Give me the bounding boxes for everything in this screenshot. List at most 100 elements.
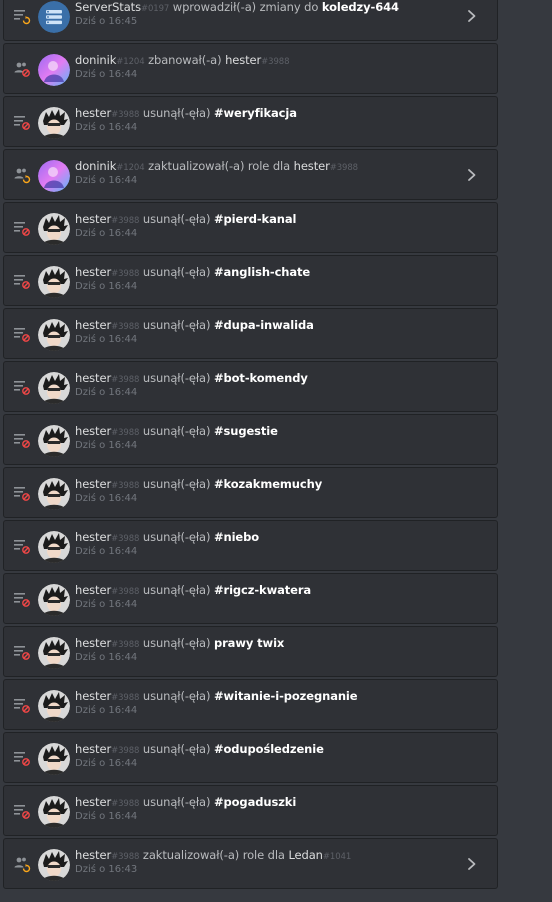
audit-log-entry[interactable]: hester#3988 usunął(-ęła) prawy twix Dziś … [3, 626, 498, 677]
audit-log-entry[interactable]: hester#3988 usunął(-ęła) #niebo Dziś o 16… [3, 520, 498, 571]
action-target: #kozakmemuchy [213, 477, 323, 491]
avatar[interactable] [38, 266, 70, 298]
member-role-icon [13, 166, 31, 184]
actor-tag: #3988 [111, 481, 140, 491]
actor-name[interactable]: hester [75, 848, 111, 862]
action-target: #dupa-inwalida [213, 318, 314, 332]
avatar[interactable] [38, 531, 70, 563]
channel-delete-icon [13, 219, 31, 237]
audit-log-entry[interactable]: doninik#1204 zaktualizował(-a) role dla … [3, 149, 498, 200]
avatar[interactable] [38, 107, 70, 139]
actor-tag: #3988 [111, 587, 140, 597]
avatar[interactable] [38, 372, 70, 404]
entry-summary: doninik#1204 zaktualizował(-a) role dla … [75, 159, 358, 173]
actor-name[interactable]: hester [75, 424, 111, 438]
audit-log-entry[interactable]: hester#3988 usunął(-ęła) #pogaduszki Dziś… [3, 785, 498, 836]
chevron-right-icon[interactable] [465, 856, 479, 872]
entry-timestamp: Dziś o 16:44 [75, 652, 138, 663]
actor-tag: #1204 [116, 163, 145, 173]
channel-delete-icon [13, 590, 31, 608]
entry-timestamp: Dziś o 16:44 [75, 599, 138, 610]
avatar[interactable] [38, 319, 70, 351]
entry-summary: hester#3988 usunął(-ęła) #anglish-chate [75, 265, 310, 279]
member-role-icon [13, 855, 31, 873]
channel-delete-icon [13, 749, 31, 767]
audit-log-entry[interactable]: hester#3988 usunął(-ęła) #pierd-kanal Dzi… [3, 202, 498, 253]
avatar[interactable] [38, 690, 70, 722]
actor-name[interactable]: hester [75, 212, 111, 226]
channel-delete-icon [13, 272, 31, 290]
actor-name[interactable]: hester [75, 265, 111, 279]
entry-summary: hester#3988 usunął(-ęła) #niebo [75, 530, 259, 544]
avatar[interactable] [38, 743, 70, 775]
action-target[interactable]: hester [225, 53, 261, 67]
avatar[interactable] [38, 584, 70, 616]
action-target[interactable]: hester [294, 159, 330, 173]
entry-timestamp: Dziś o 16:44 [75, 493, 138, 504]
action-verb: usunął(-ęła) [142, 371, 211, 385]
action-verb: usunął(-ęła) [142, 477, 211, 491]
actor-name[interactable]: hester [75, 795, 111, 809]
actor-name[interactable]: hester [75, 371, 111, 385]
avatar[interactable] [38, 160, 70, 192]
action-verb: usunął(-ęła) [142, 424, 211, 438]
audit-log-entry[interactable]: hester#3988 usunął(-ęła) #witanie-i-poze… [3, 679, 498, 730]
entry-summary: hester#3988 usunął(-ęła) #pierd-kanal [75, 212, 296, 226]
entry-timestamp: Dziś o 16:44 [75, 440, 138, 451]
audit-log-entry[interactable]: doninik#1204 zbanował(-a) hester#3988 Dzi… [3, 43, 498, 94]
chevron-right-icon[interactable] [465, 8, 479, 24]
actor-name[interactable]: hester [75, 106, 111, 120]
actor-name[interactable]: doninik [75, 159, 116, 173]
entry-timestamp: Dziś o 16:45 [75, 16, 138, 27]
audit-log-entry[interactable]: hester#3988 usunął(-ęła) #anglish-chate D… [3, 255, 498, 306]
actor-name[interactable]: hester [75, 636, 111, 650]
audit-log-entry[interactable]: ServerStats#0197 wprowadził(-a) zmiany d… [3, 0, 498, 41]
avatar[interactable] [38, 796, 70, 828]
audit-log-list: ServerStats#0197 wprowadził(-a) zmiany d… [3, 0, 498, 891]
target-tag: #1041 [322, 852, 352, 862]
channel-delete-icon [13, 325, 31, 343]
audit-log-entry[interactable]: hester#3988 usunął(-ęła) #sugestie Dziś o… [3, 414, 498, 465]
audit-log-entry[interactable]: hester#3988 usunął(-ęła) #bot-komendy Dzi… [3, 361, 498, 412]
actor-name[interactable]: hester [75, 530, 111, 544]
action-verb: usunął(-ęła) [142, 265, 211, 279]
actor-name[interactable]: hester [75, 742, 111, 756]
entry-summary: hester#3988 usunął(-ęła) prawy twix [75, 636, 284, 650]
actor-tag: #3988 [111, 746, 140, 756]
avatar[interactable] [38, 425, 70, 457]
action-verb: zaktualizował(-a) role dla [148, 159, 291, 173]
actor-name[interactable]: hester [75, 583, 111, 597]
audit-log-entry[interactable]: hester#3988 zaktualizował(-a) role dla L… [3, 838, 498, 889]
avatar[interactable] [38, 478, 70, 510]
target-tag: #3988 [261, 57, 290, 67]
actor-name[interactable]: hester [75, 477, 111, 491]
audit-log-entry[interactable]: hester#3988 usunął(-ęła) #rigcz-kwatera D… [3, 573, 498, 624]
channel-delete-icon [13, 537, 31, 555]
entry-summary: hester#3988 usunął(-ęła) #kozakmemuchy [75, 477, 322, 491]
entry-timestamp: Dziś o 16:44 [75, 387, 138, 398]
avatar[interactable] [38, 849, 70, 881]
action-target: #weryfikacja [213, 106, 297, 120]
action-verb: wprowadził(-a) zmiany do [172, 0, 319, 14]
actor-name[interactable]: hester [75, 318, 111, 332]
avatar[interactable] [38, 637, 70, 669]
audit-log-entry[interactable]: hester#3988 usunął(-ęła) #dupa-inwalida D… [3, 308, 498, 359]
entry-timestamp: Dziś o 16:44 [75, 758, 138, 769]
entry-timestamp: Dziś o 16:44 [75, 228, 138, 239]
action-target: koledzy-644 [321, 0, 399, 14]
member-ban-icon [13, 60, 31, 78]
actor-tag: #3988 [111, 216, 140, 226]
actor-name[interactable]: doninik [75, 53, 116, 67]
avatar[interactable] [38, 1, 70, 33]
actor-name[interactable]: hester [75, 689, 111, 703]
chevron-right-icon[interactable] [465, 167, 479, 183]
actor-name[interactable]: ServerStats [75, 0, 141, 14]
avatar[interactable] [38, 54, 70, 86]
action-target[interactable]: Ledan [288, 848, 323, 862]
actor-tag: #3988 [111, 428, 140, 438]
audit-log-entry[interactable]: hester#3988 usunął(-ęła) #weryfikacja Dzi… [3, 96, 498, 147]
scrollbar-track[interactable] [508, 0, 524, 902]
avatar[interactable] [38, 213, 70, 245]
audit-log-entry[interactable]: hester#3988 usunął(-ęła) #kozakmemuchy Dz… [3, 467, 498, 518]
audit-log-entry[interactable]: hester#3988 usunął(-ęła) #odupośledzenie… [3, 732, 498, 783]
